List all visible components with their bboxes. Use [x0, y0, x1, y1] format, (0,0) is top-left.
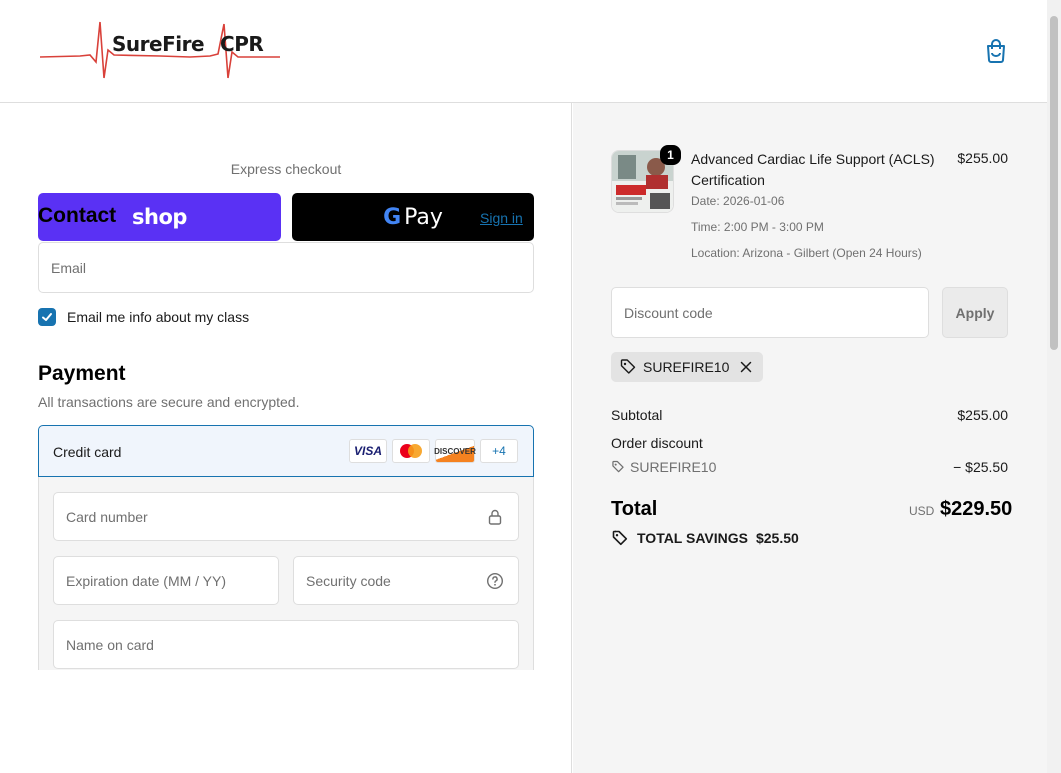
name-on-card-placeholder: Name on card [66, 636, 154, 653]
checkmark-icon [42, 313, 52, 321]
tag-icon [612, 460, 624, 473]
surefire-cpr-logo[interactable]: SureFire CPR [39, 20, 280, 82]
scrollbar-thumb[interactable] [1050, 16, 1058, 350]
close-icon [741, 361, 752, 373]
header: SureFire CPR [0, 0, 1047, 103]
savings-value: $25.50 [755, 530, 799, 546]
credit-card-label: Credit card [53, 444, 122, 460]
expiration-date-field[interactable]: Expiration date (MM / YY) [53, 556, 279, 605]
card-number-field[interactable]: Card number [53, 492, 519, 541]
page-scrollbar[interactable] [1047, 0, 1061, 773]
contact-heading: Contact [38, 204, 117, 227]
quantity-badge: 1 [660, 145, 681, 165]
remove-discount-button[interactable] [739, 360, 753, 374]
more-cards-badge: +4 [480, 439, 518, 463]
savings-label: TOTAL SAVINGS [637, 530, 748, 546]
credit-card-option[interactable]: Credit card VISA DISCOVER +4 [38, 425, 534, 477]
subtotal-row: Subtotal $255.00 [611, 407, 1008, 423]
applied-code-label: SUREFIRE10 [643, 359, 730, 375]
email-field[interactable]: Email [38, 242, 534, 293]
email-placeholder: Email [51, 259, 87, 276]
expiration-placeholder: Expiration date (MM / YY) [66, 572, 227, 589]
order-discount-label: Order discount [611, 435, 703, 451]
shopping-bag-icon [987, 39, 1005, 63]
total-currency: USD [909, 504, 935, 518]
security-code-field[interactable]: Security code [293, 556, 519, 605]
mastercard-icon [392, 439, 430, 463]
apply-discount-button[interactable]: Apply [942, 287, 1008, 338]
applied-discount-chip: SUREFIRE10 [611, 352, 764, 382]
newsletter-label: Email me info about my class [67, 309, 250, 325]
newsletter-option[interactable]: Email me info about my class [38, 308, 249, 326]
subtotal-value: $255.00 [957, 407, 1008, 423]
security-code-placeholder: Security code [306, 572, 391, 589]
discount-code-field[interactable]: Discount code [611, 287, 929, 338]
discount-code-label: SUREFIRE10 [630, 459, 717, 475]
savings-tag-icon [612, 530, 628, 546]
product-time: Time: 2:00 PM - 3:00 PM [691, 220, 824, 234]
visa-icon: VISA [349, 439, 387, 463]
newsletter-checkbox[interactable] [38, 308, 56, 326]
product-price: $255.00 [957, 150, 1008, 166]
discover-icon: DISCOVER [434, 439, 476, 463]
product-title: Advanced Cardiac Life Support (ACLS) Cer… [691, 151, 935, 188]
payment-subtitle: All transactions are secure and encrypte… [38, 394, 300, 410]
google-g-icon: G [383, 204, 402, 230]
express-checkout-label: Express checkout [230, 161, 342, 177]
discount-detail-row: SUREFIRE10 − $25.50 [611, 459, 1008, 477]
tag-icon [620, 359, 636, 374]
name-on-card-field[interactable]: Name on card [53, 620, 519, 669]
total-value: $229.50 [940, 498, 1013, 520]
shop-pay-label: shop [132, 205, 187, 229]
product-date: Date: 2026-01-06 [691, 194, 785, 208]
card-number-placeholder: Card number [66, 508, 148, 525]
total-savings: TOTAL SAVINGS $25.50 [611, 529, 799, 547]
discount-placeholder: Discount code [624, 304, 713, 321]
card-badges: VISA DISCOVER +4 [349, 439, 518, 463]
total-label: Total [611, 498, 658, 520]
sign-in-link[interactable]: Sign in [480, 210, 523, 226]
logo-text: SureFire CPR [112, 32, 264, 56]
payment-heading: Payment [38, 362, 126, 385]
subtotal-label: Subtotal [611, 407, 663, 423]
discount-value: − $25.50 [953, 459, 1008, 475]
lock-icon [488, 509, 502, 525]
help-circle-icon[interactable] [486, 572, 504, 590]
order-discount-row: Order discount [611, 435, 1008, 451]
product-location: Location: Arizona - Gilbert (Open 24 Hou… [691, 246, 922, 260]
google-pay-label: Pay [404, 204, 443, 230]
cart-button[interactable] [983, 38, 1009, 64]
